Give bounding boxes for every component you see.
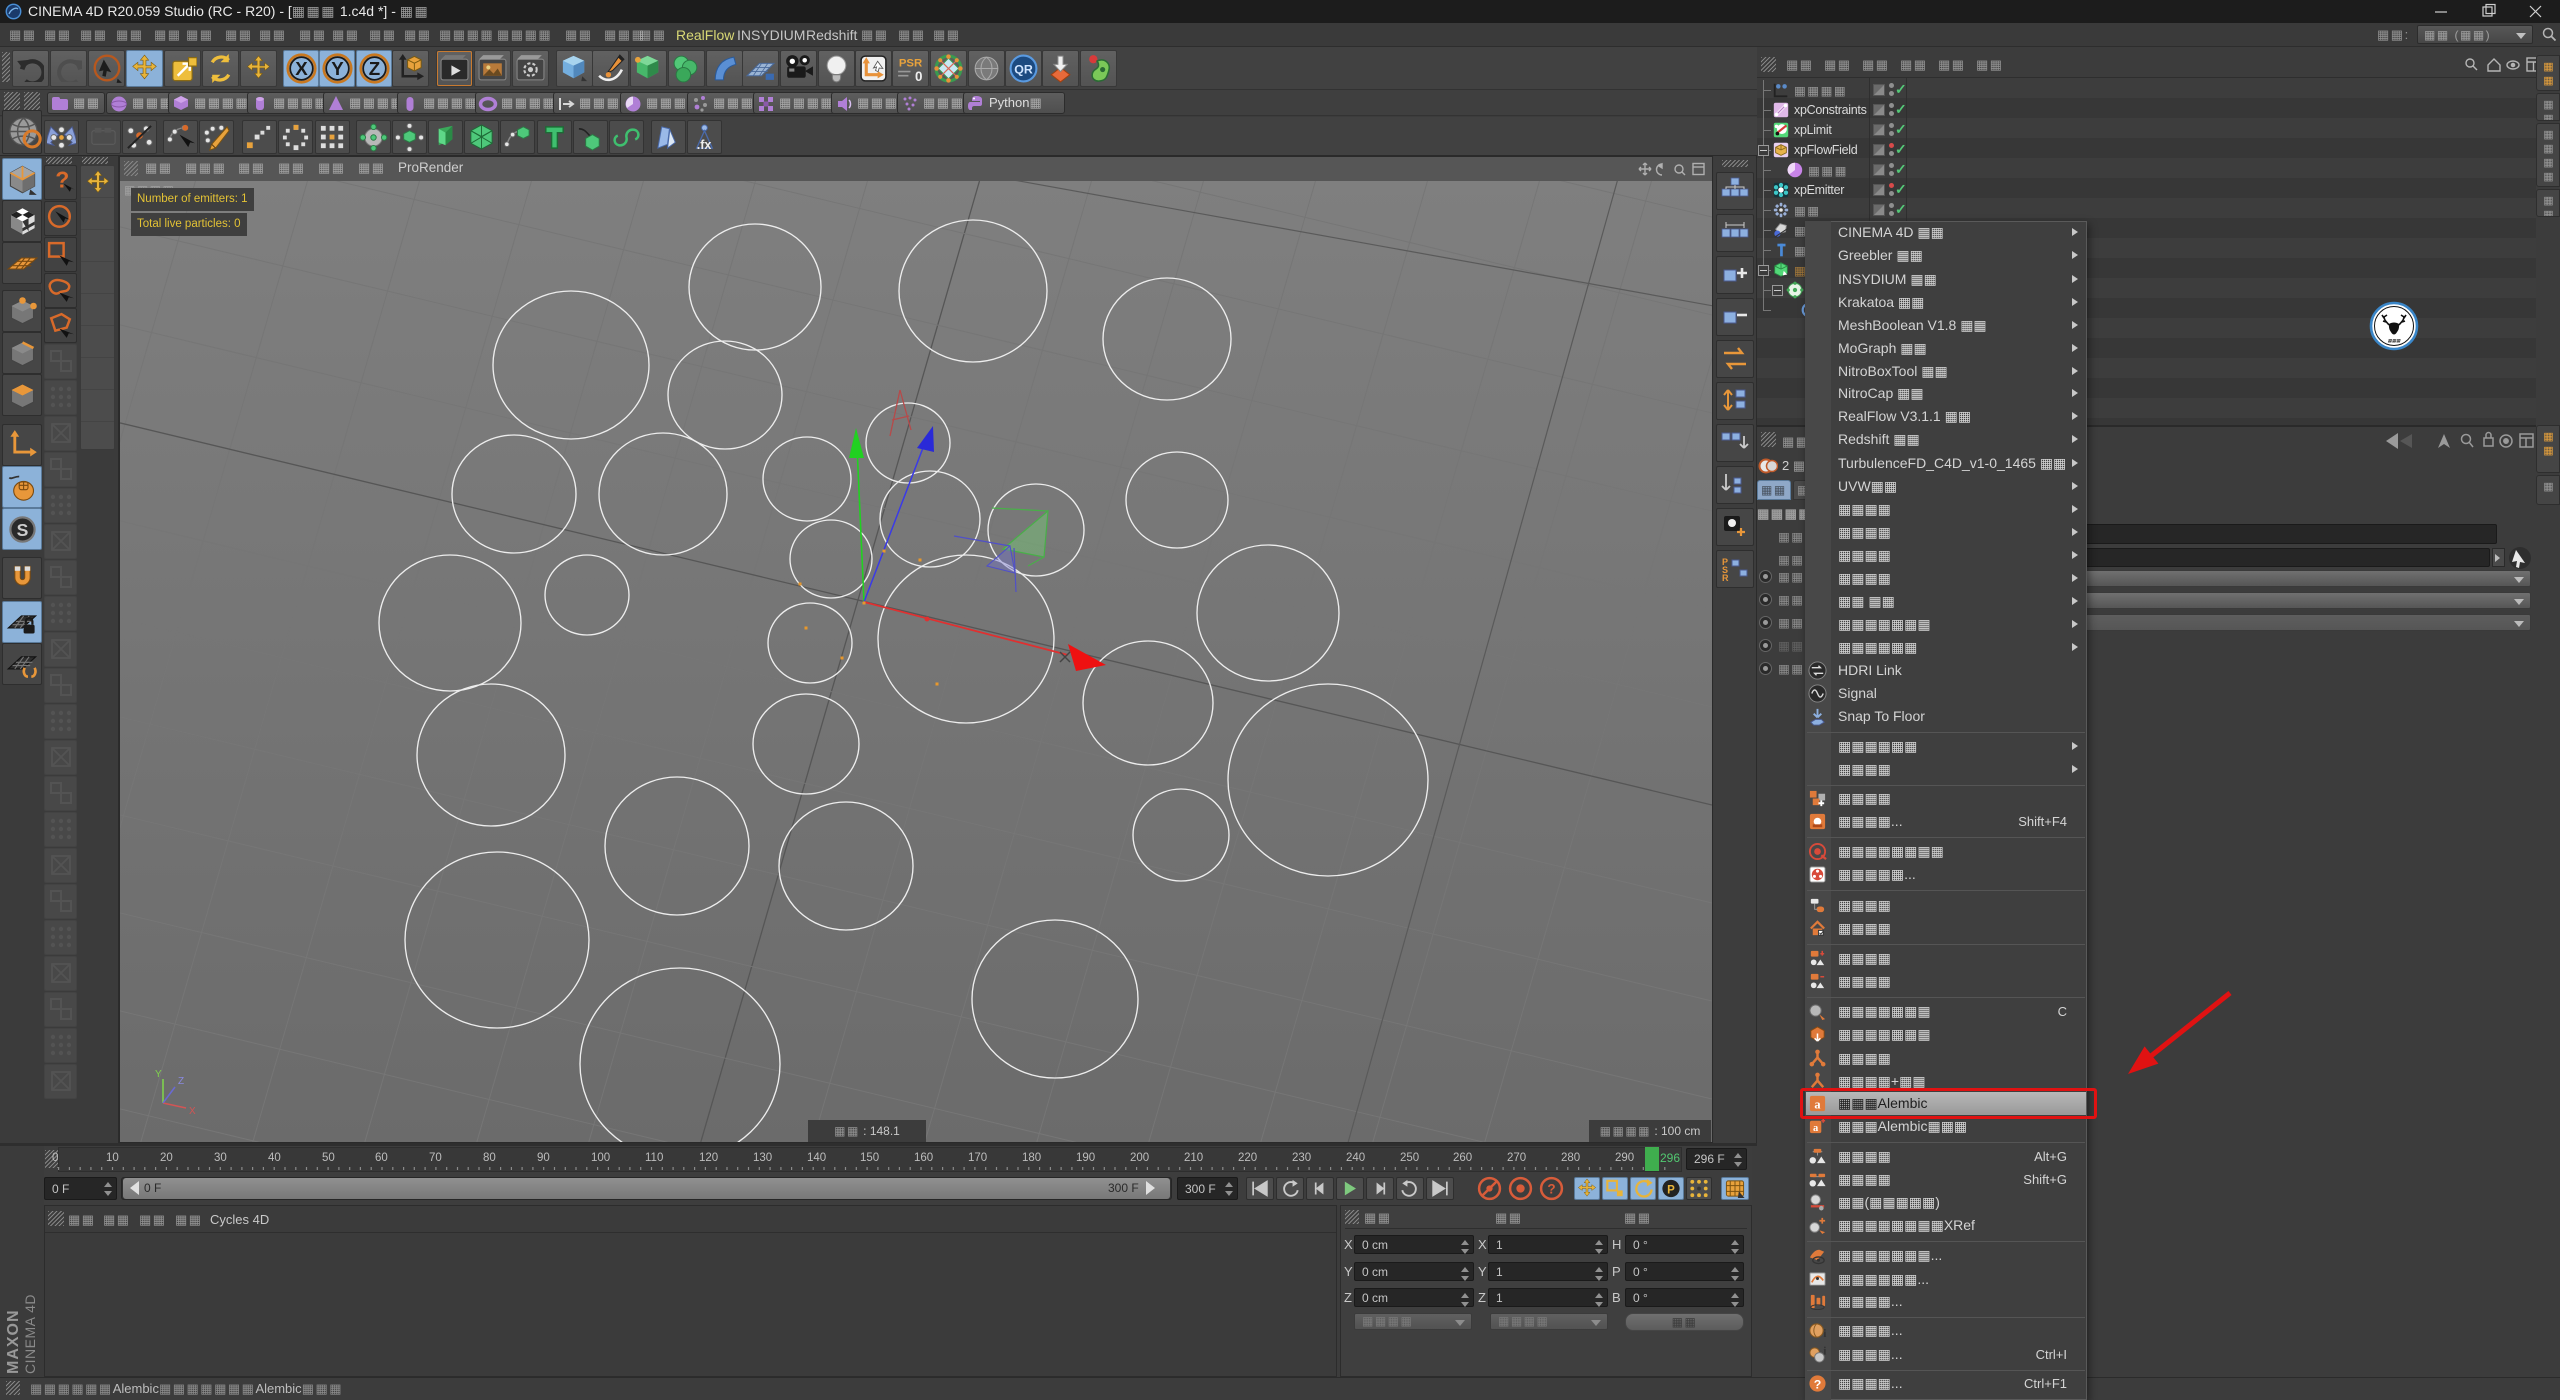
- svg-text:Y: Y: [155, 1069, 162, 1080]
- svg-text:PSR: PSR: [899, 57, 922, 69]
- svg-text:270: 270: [1507, 1152, 1526, 1164]
- svg-text:?: ?: [1814, 1377, 1822, 1391]
- svg-text:280: 280: [1561, 1152, 1580, 1164]
- svg-text:290: 290: [1615, 1152, 1634, 1164]
- svg-text:R: R: [1722, 573, 1729, 583]
- svg-text:240: 240: [1346, 1152, 1365, 1164]
- svg-text:220: 220: [1238, 1152, 1257, 1164]
- svg-text:180: 180: [1022, 1152, 1041, 1164]
- svg-text:X: X: [189, 1106, 196, 1117]
- svg-text:140: 140: [807, 1152, 826, 1164]
- svg-text:110: 110: [645, 1152, 663, 1164]
- svg-text:150: 150: [860, 1152, 879, 1164]
- svg-text:i: i: [1823, 1346, 1826, 1358]
- svg-text:30: 30: [214, 1152, 227, 1164]
- svg-text:90: 90: [537, 1152, 550, 1164]
- svg-text:10: 10: [106, 1152, 119, 1164]
- svg-text:200: 200: [1130, 1152, 1149, 1164]
- svg-text:Y: Y: [331, 58, 344, 79]
- svg-text:0: 0: [915, 69, 922, 84]
- svg-text:40: 40: [268, 1152, 281, 1164]
- svg-text:250: 250: [1400, 1152, 1419, 1164]
- svg-text:QR: QR: [1014, 63, 1033, 77]
- svg-text:20: 20: [160, 1152, 173, 1164]
- svg-text:170: 170: [968, 1152, 987, 1164]
- svg-text:190: 190: [1076, 1152, 1095, 1164]
- svg-text:?: ?: [55, 167, 69, 193]
- svg-text:260: 260: [1453, 1152, 1472, 1164]
- svg-text:100: 100: [591, 1152, 610, 1164]
- svg-text:80: 80: [483, 1152, 496, 1164]
- svg-text:P: P: [1667, 1184, 1675, 1196]
- svg-text:i: i: [1823, 1328, 1826, 1340]
- svg-text:Z: Z: [178, 1076, 184, 1087]
- svg-text:X: X: [295, 58, 308, 79]
- svg-text:.fx: .fx: [697, 138, 712, 152]
- svg-text:210: 210: [1184, 1152, 1203, 1164]
- svg-text:50: 50: [322, 1152, 335, 1164]
- svg-text:60: 60: [375, 1152, 388, 1164]
- svg-text:S: S: [17, 520, 29, 540]
- svg-text:Z: Z: [369, 58, 380, 79]
- svg-text:?: ?: [1547, 1182, 1555, 1197]
- svg-text:120: 120: [699, 1152, 718, 1164]
- svg-text:230: 230: [1292, 1152, 1311, 1164]
- svg-text:a: a: [1813, 1123, 1819, 1134]
- svg-text:130: 130: [753, 1152, 772, 1164]
- svg-text:70: 70: [429, 1152, 442, 1164]
- svg-text:0: 0: [52, 1152, 58, 1164]
- svg-text:160: 160: [914, 1152, 933, 1164]
- svg-text:▦▦▦: ▦▦▦: [2388, 338, 2402, 343]
